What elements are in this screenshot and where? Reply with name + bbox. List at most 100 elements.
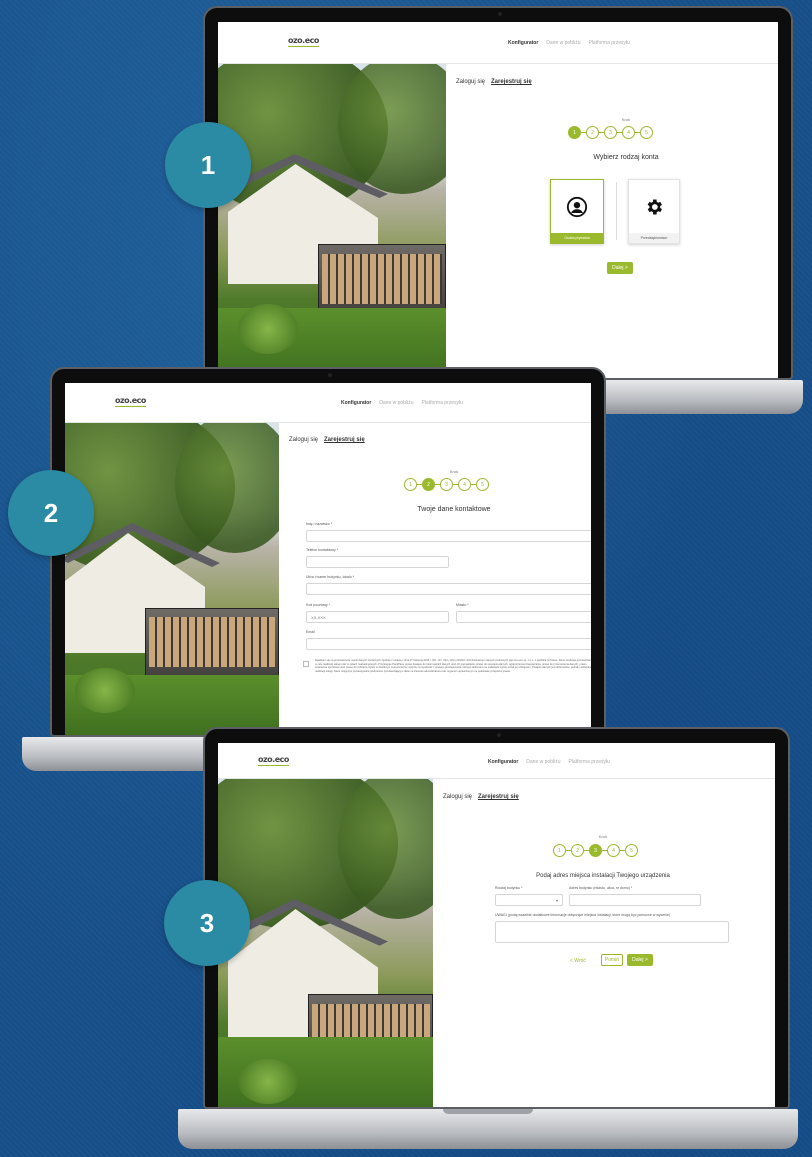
address-label: Adres budynku (miasto, ulica, nr domu) * (569, 886, 633, 890)
step-1: 1 (553, 844, 566, 857)
login-link[interactable]: Zaloguj się (289, 437, 318, 443)
laptop-base (178, 1109, 798, 1149)
next-button[interactable]: Dalej > (607, 262, 633, 274)
name-input[interactable] (306, 530, 591, 542)
email-label: Email (306, 630, 315, 634)
email-input[interactable] (306, 638, 591, 650)
step-4: 4 (622, 126, 635, 139)
login-link[interactable]: Zaloguj się (443, 794, 472, 800)
step-label: Krok (449, 469, 459, 474)
top-nav: Konfigurator Dane w pobliżu Platforma pr… (508, 40, 630, 46)
house-photo (218, 779, 433, 1107)
card-label: Przedsiębiorstwo (629, 233, 679, 243)
city-input[interactable] (456, 611, 591, 623)
laptop-3: ozo.eco Konfigurator Dane w pobliżu Plat… (178, 727, 798, 1155)
step-badge-1: 1 (165, 122, 251, 208)
nav-platforma[interactable]: Platforma przesyłu (588, 40, 629, 46)
top-nav: Konfigurator Dane w pobliżu Platforma pr… (488, 759, 610, 765)
phone-input[interactable] (306, 556, 449, 568)
screen-3: ozo.eco Konfigurator Dane w pobliżu Plat… (218, 743, 775, 1107)
laptop-lid: ozo.eco Konfigurator Dane w pobliżu Plat… (203, 6, 793, 380)
building-type-label: Rodzaj budynku * (495, 886, 523, 890)
step-4: 4 (458, 478, 471, 491)
section-title: Wybierz rodzaj konta (593, 154, 659, 161)
stepper: 1 2 3 4 5 (553, 844, 638, 857)
city-label: Miasto * (456, 603, 469, 607)
auth-links: Zaloguj się Zarejestruj się (289, 437, 365, 443)
laptop-1: ozo.eco Konfigurator Dane w pobliżu Plat… (193, 6, 803, 416)
address-input[interactable] (569, 894, 701, 906)
postal-label: Kod pocztowy * (306, 603, 331, 607)
auth-links: Zaloguj się Zarejestruj się (456, 79, 532, 85)
register-link[interactable]: Zarejestruj się (491, 79, 532, 85)
name-label: Imię i nazwisko * (306, 522, 333, 526)
step-5: 5 (625, 844, 638, 857)
house-photo (65, 423, 279, 735)
house-photo (218, 64, 446, 378)
card-label: Osoba prywatna (551, 233, 603, 243)
divider (616, 182, 617, 240)
step-2: 2 (571, 844, 584, 857)
step-3: 3 (604, 126, 617, 139)
nav-dane[interactable]: Dane w pobliżu (379, 400, 413, 406)
phone-label: Telefon kontaktowy * (306, 548, 339, 552)
site-logo[interactable]: ozo.eco (258, 755, 289, 766)
notes-textarea[interactable] (495, 921, 729, 943)
skip-button[interactable]: Pomiń (601, 954, 623, 966)
gear-icon (644, 180, 664, 233)
notes-label: UWAGI (podaj wszelkie dodatkowe informac… (495, 913, 671, 917)
section-title: Twoje dane kontaktowe (417, 506, 491, 513)
form-panel: Zaloguj się Zarejestruj się Krok 1 2 3 4… (433, 779, 775, 1107)
screen-2: ozo.eco Konfigurator Dane w pobliżu Plat… (65, 383, 591, 735)
nav-platforma[interactable]: Platforma przesyłu (421, 400, 462, 406)
next-button[interactable]: Dalej > (627, 954, 653, 966)
consent-checkbox[interactable] (303, 661, 309, 667)
step-badge-2: 2 (8, 470, 94, 556)
site-header: ozo.eco Konfigurator Dane w pobliżu Plat… (218, 743, 775, 779)
stepper: 1 2 3 4 5 (568, 126, 653, 139)
back-button[interactable]: < Wróć (570, 958, 586, 964)
register-link[interactable]: Zarejestruj się (324, 437, 365, 443)
section-title: Podaj adres miejsca instalacji Twojego u… (536, 873, 670, 879)
site-logo[interactable]: ozo.eco (288, 36, 319, 47)
step-2: 2 (422, 478, 435, 491)
step-5: 5 (640, 126, 653, 139)
step-badge-3: 3 (164, 880, 250, 966)
step-4: 4 (607, 844, 620, 857)
site-header: ozo.eco Konfigurator Dane w pobliżu Plat… (218, 22, 778, 64)
nav-dane[interactable]: Dane w pobliżu (546, 40, 580, 46)
step-1: 1 (404, 478, 417, 491)
camera (496, 733, 501, 737)
street-input[interactable] (306, 583, 591, 595)
street-label: Ulica i numer budynku, lokalu * (306, 575, 355, 579)
building-type-select[interactable]: ▾ (495, 894, 563, 906)
camera (498, 12, 502, 16)
postal-input[interactable]: XX-XXX (306, 611, 449, 623)
laptop-lid: ozo.eco Konfigurator Dane w pobliżu Plat… (203, 727, 790, 1109)
account-card-private[interactable]: Osoba prywatna (550, 179, 604, 244)
register-link[interactable]: Zarejestruj się (478, 794, 519, 800)
step-1: 1 (568, 126, 581, 139)
step-label: Krok (621, 117, 631, 122)
consent-text: Zgadzam się na przetwarzanie moich danyc… (315, 659, 591, 673)
nav-konfigurator[interactable]: Konfigurator (508, 40, 538, 46)
form-panel: Zaloguj się Zarejestruj się Krok 1 2 3 4… (279, 423, 591, 735)
account-card-business[interactable]: Przedsiębiorstwo (628, 179, 680, 244)
step-label: Krok (598, 834, 608, 839)
site-logo[interactable]: ozo.eco (115, 396, 146, 407)
form-panel: Zaloguj się Zarejestruj się Krok 1 2 3 4… (446, 64, 778, 378)
chevron-down-icon: ▾ (555, 897, 558, 903)
user-circle-icon (566, 180, 588, 233)
nav-konfigurator[interactable]: Konfigurator (488, 759, 518, 765)
step-2: 2 (586, 126, 599, 139)
stepper: 1 2 3 4 5 (404, 478, 489, 491)
nav-dane[interactable]: Dane w pobliżu (526, 759, 560, 765)
laptop-2: ozo.eco Konfigurator Dane w pobliżu Plat… (22, 367, 630, 775)
site-header: ozo.eco Konfigurator Dane w pobliżu Plat… (65, 383, 591, 423)
auth-links: Zaloguj się Zarejestruj się (443, 794, 519, 800)
nav-konfigurator[interactable]: Konfigurator (341, 400, 371, 406)
laptop-lid: ozo.eco Konfigurator Dane w pobliżu Plat… (50, 367, 606, 737)
login-link[interactable]: Zaloguj się (456, 79, 485, 85)
nav-platforma[interactable]: Platforma przesyłu (568, 759, 609, 765)
top-nav: Konfigurator Dane w pobliżu Platforma pr… (341, 400, 463, 406)
